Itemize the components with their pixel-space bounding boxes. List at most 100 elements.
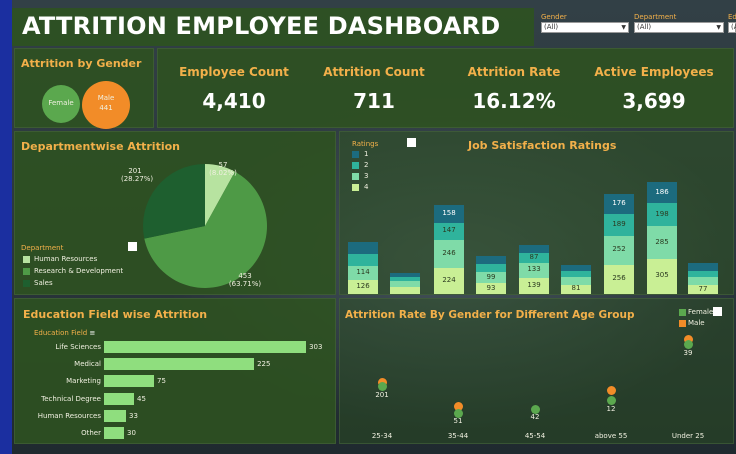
job-bar-segment[interactable] [688,271,718,278]
job-bar-value-label: 198 [655,209,669,218]
job-bar-value-label: 99 [486,272,496,281]
education-panel-title: Education Field wise Attrition [23,308,208,321]
highlight-toggle-box[interactable] [128,242,137,251]
gender-filter-label: Gender [541,13,567,21]
department-attrition-panel: Departmentwise Attrition 201 (28.27%) 57… [14,131,336,295]
age-dot-value: 51 [453,417,463,425]
ratings-legend-title: Ratings [352,140,379,148]
age-group-title: Attrition Rate By Gender for Different A… [345,309,635,321]
legend-label-male[interactable]: Male [688,319,705,327]
legend-label-rating-1[interactable]: 1 [364,150,368,158]
legend-label-rating-3[interactable]: 3 [364,172,368,180]
legend-swatch-rating-1 [352,151,359,158]
job-bar-segment[interactable] [390,277,420,281]
legend-label-hr[interactable]: Human Resources [34,255,97,263]
gender-filter-value: (All) [544,23,559,31]
gender-legend-toggle-box[interactable] [713,307,722,316]
job-bar-value-label: 147 [442,226,456,235]
job-bar-value-label: 93 [486,283,496,292]
job-bar-value-label: 77 [698,284,708,293]
education-category-label: Life Sciences [55,343,101,351]
chevron-down-icon: ▼ [621,24,626,31]
female-dot[interactable] [377,382,387,391]
education-bar-value: 303 [309,343,323,351]
legend-swatch-sales [23,280,30,287]
job-bar-value-label: 305 [655,271,669,280]
age-dot-value: 39 [683,349,693,357]
employee-count-value: 4,410 [202,89,266,113]
age-dot-value: 201 [375,391,389,399]
job-bar-value-label: 81 [571,284,581,293]
education-bar[interactable] [104,358,255,371]
job-bar-segment[interactable] [390,281,420,287]
legend-swatch-rating-4 [352,184,359,191]
department-filter-select[interactable]: (All) ▼ [634,22,724,33]
legend-swatch-male [679,320,686,327]
job-bar-segment[interactable] [390,287,420,294]
job-bar-value-label: 246 [442,249,456,258]
gender-panel-title: Attrition by Gender [21,57,142,70]
sales-count-label: 201 [128,167,142,175]
department-filter-label: Department [634,13,677,21]
sort-icon[interactable]: ≡ [89,329,95,337]
job-bar-segment[interactable] [561,276,591,285]
job-bar-segment[interactable] [519,244,549,253]
legend-label-rating-2[interactable]: 2 [364,161,368,169]
job-bar-segment[interactable] [348,242,378,255]
education-bar[interactable] [104,392,134,405]
department-filter-value: (All) [637,23,652,31]
education-bar-value: 33 [129,411,138,420]
education-category-label: Other [81,429,101,437]
gender-filter-select[interactable]: (All) ▼ [541,22,629,33]
attrition-by-gender-panel: Attrition by Gender Female Male 441 [14,48,154,129]
age-group-panel: Attrition Rate By Gender for Different A… [339,298,734,444]
job-bar-segment[interactable] [348,254,378,267]
job-bar-segment[interactable] [688,263,718,272]
active-employees-value: 3,699 [622,89,686,113]
employee-count-label: Employee Count [179,65,289,79]
job-bar-segment[interactable] [390,273,420,277]
job-bar-segment[interactable] [476,255,506,264]
page-title: ATTRITION EMPLOYEE DASHBOARD [22,12,501,40]
female-label: Female [48,99,74,107]
education-filter-select[interactable]: (A [728,22,736,33]
legend-swatch-female [679,309,686,316]
education-bar[interactable] [104,409,126,422]
age-group-label: 35-44 [447,432,469,440]
sales-pie-label: 201 (28.27%) [121,167,153,183]
hr-pct-label: (8.02%) [209,169,237,177]
education-bar-value: 30 [127,429,136,437]
job-bar-segment[interactable] [476,263,506,272]
chevron-down-icon: ▼ [716,24,721,31]
education-field-header[interactable]: Education Field ≡ [34,329,95,337]
job-bar-segment[interactable] [561,270,591,277]
legend-swatch-rnd [23,268,30,275]
education-bar[interactable] [104,375,155,388]
age-group-label: 25-34 [371,432,393,440]
job-bar-value-label: 126 [356,281,370,290]
age-group-label: above 55 [594,432,628,440]
education-filter-label: Ed [728,13,736,21]
female-dot[interactable] [683,340,693,349]
ratings-toggle-box[interactable] [407,138,416,147]
education-bar[interactable] [104,427,124,439]
legend-label-female[interactable]: Female [688,308,713,316]
age-group-label: 45-54 [524,432,546,440]
female-dot[interactable] [606,396,616,405]
female-bubble[interactable]: Female [42,85,80,123]
job-bar-segment[interactable] [561,264,591,271]
active-employees-label: Active Employees [594,65,714,79]
legend-label-rnd[interactable]: Research & Development [34,267,123,275]
male-dot[interactable] [606,386,616,395]
education-bar-value: 225 [257,360,271,369]
job-bar-segment[interactable] [688,277,718,286]
job-bar-value-label: 87 [529,252,539,261]
male-value: 441 [99,104,113,112]
education-bar[interactable] [104,341,307,353]
job-bar-value-label: 189 [612,219,626,228]
education-bar-value: 45 [137,394,146,403]
legend-label-rating-4[interactable]: 4 [364,183,368,191]
job-bar-value-label: 176 [612,198,626,207]
legend-label-sales[interactable]: Sales [34,279,53,287]
male-bubble[interactable]: Male 441 [82,81,130,129]
